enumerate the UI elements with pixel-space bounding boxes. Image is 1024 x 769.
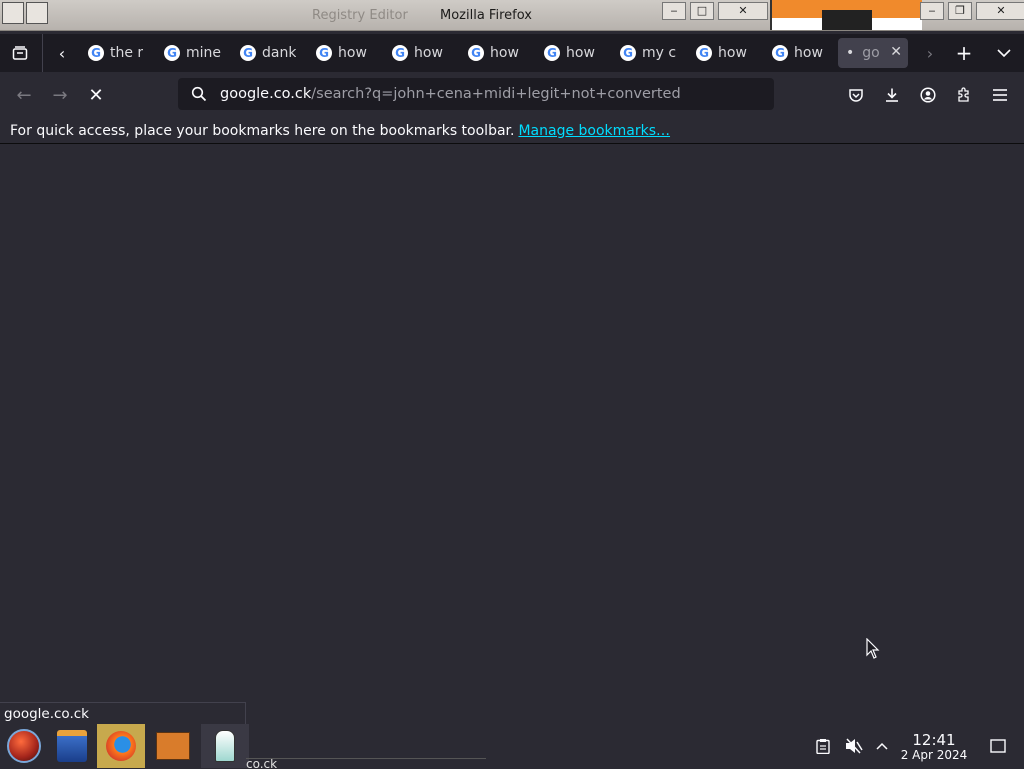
google-favicon-icon: G	[164, 45, 180, 61]
stop-loading-icon[interactable]: ✕	[82, 82, 110, 108]
bg-close-button[interactable]: ✕	[976, 2, 1024, 20]
wine-glass-icon	[215, 730, 235, 762]
bookmarks-empty-message: For quick access, place your bookmarks h…	[10, 122, 515, 139]
forward-icon[interactable]: →	[46, 82, 74, 108]
tab[interactable]: Ghow	[460, 38, 532, 68]
taskbar-firefox[interactable]	[97, 724, 145, 768]
bg-restore-button[interactable]: ❐	[948, 2, 972, 20]
tab[interactable]: Gthe r	[80, 38, 152, 68]
tab-active[interactable]: • go ✕	[838, 38, 908, 68]
background-window-controls: ‒ ❐ ✕	[920, 2, 1024, 20]
mouse-cursor-icon	[866, 637, 880, 664]
google-favicon-icon: G	[468, 45, 484, 61]
bookmarks-toolbar: For quick access, place your bookmarks h…	[0, 118, 1024, 144]
show-desktop-icon[interactable]	[986, 724, 1010, 768]
tab[interactable]: Ghow	[764, 38, 836, 68]
clock-date: 2 Apr 2024	[900, 748, 968, 762]
hamburger-menu-icon[interactable]	[986, 82, 1014, 108]
url-path: /search?q=john+cena+midi+legit+not+conve…	[311, 86, 681, 102]
account-icon[interactable]	[914, 82, 942, 108]
background-window-title: Registry Editor	[312, 8, 408, 23]
minimize-button[interactable]: ‒	[662, 2, 686, 20]
tab[interactable]: Ghow	[308, 38, 380, 68]
clock[interactable]: 12:41 2 Apr 2024	[898, 732, 970, 762]
google-favicon-icon: G	[696, 45, 712, 61]
new-tab-icon[interactable]: +	[944, 34, 984, 72]
tab[interactable]: Gmine	[156, 38, 228, 68]
google-favicon-icon: G	[620, 45, 636, 61]
tab[interactable]: Ghow	[536, 38, 608, 68]
google-favicon-icon: G	[544, 45, 560, 61]
file-manager-icon	[57, 730, 87, 762]
tab[interactable]: Ghow	[688, 38, 760, 68]
pocket-icon[interactable]	[842, 82, 870, 108]
tab[interactable]: Gdank	[232, 38, 304, 68]
address-bar[interactable]: google.co.ck/search?q=john+cena+midi+leg…	[178, 78, 774, 110]
taskbar-file-manager[interactable]	[48, 724, 96, 768]
taskbar: 12:41 2 Apr 2024	[0, 724, 1024, 768]
tab[interactable]: Ghow	[384, 38, 456, 68]
google-favicon-icon: G	[88, 45, 104, 61]
tab-strip: ‹ Gthe r Gmine Gdank Ghow Ghow Ghow Ghow…	[0, 34, 1024, 72]
close-tab-icon[interactable]: ✕	[890, 44, 902, 60]
list-all-tabs-icon[interactable]	[984, 34, 1024, 72]
downloads-icon[interactable]	[878, 82, 906, 108]
titlebar-left-icons	[2, 2, 48, 24]
firefox-icon	[106, 731, 136, 761]
app-menu-icon[interactable]	[2, 2, 24, 24]
google-favicon-icon: G	[240, 45, 256, 61]
loading-dot-icon: •	[846, 45, 855, 61]
start-button[interactable]	[0, 724, 48, 768]
close-button[interactable]: ✕	[718, 2, 768, 20]
tab[interactable]: Gmy c	[612, 38, 684, 68]
registry-editor-icon	[156, 732, 190, 760]
system-tray-expand-icon[interactable]	[872, 724, 892, 768]
clock-time: 12:41	[912, 731, 956, 749]
background-window-fragment	[770, 0, 922, 30]
bg-minimize-button[interactable]: ‒	[920, 2, 944, 20]
start-orb-icon	[7, 729, 41, 763]
google-favicon-icon: G	[392, 45, 408, 61]
window-menu-icon[interactable]	[26, 2, 48, 24]
clipboard-icon[interactable]	[810, 724, 836, 768]
tab-groups-icon[interactable]	[0, 34, 40, 72]
maximize-button[interactable]: □	[690, 2, 714, 20]
volume-muted-icon[interactable]	[840, 724, 868, 768]
link-status-bar: google.co.ck	[0, 702, 246, 724]
window-titlebar: Registry Editor Mozilla Firefox ‒ □ ✕ ‒ …	[0, 0, 1024, 31]
background-url-fragment: co.ck	[246, 758, 486, 769]
taskbar-registry-editor[interactable]	[149, 724, 197, 768]
google-favicon-icon: G	[772, 45, 788, 61]
back-icon[interactable]: ←	[10, 82, 38, 108]
taskbar-wine[interactable]	[201, 724, 249, 768]
scroll-tabs-left-icon[interactable]: ‹	[42, 34, 81, 72]
google-favicon-icon: G	[316, 45, 332, 61]
manage-bookmarks-link[interactable]: Manage bookmarks…	[518, 123, 670, 139]
window-title: Mozilla Firefox	[440, 8, 532, 23]
extensions-icon[interactable]	[950, 82, 978, 108]
url-host: google.co.ck	[220, 86, 312, 102]
window-controls: ‒ □ ✕	[662, 2, 768, 20]
search-icon	[178, 86, 220, 102]
navigation-toolbar: ← → ✕ google.co.ck/search?q=john+cena+mi…	[0, 72, 1024, 118]
